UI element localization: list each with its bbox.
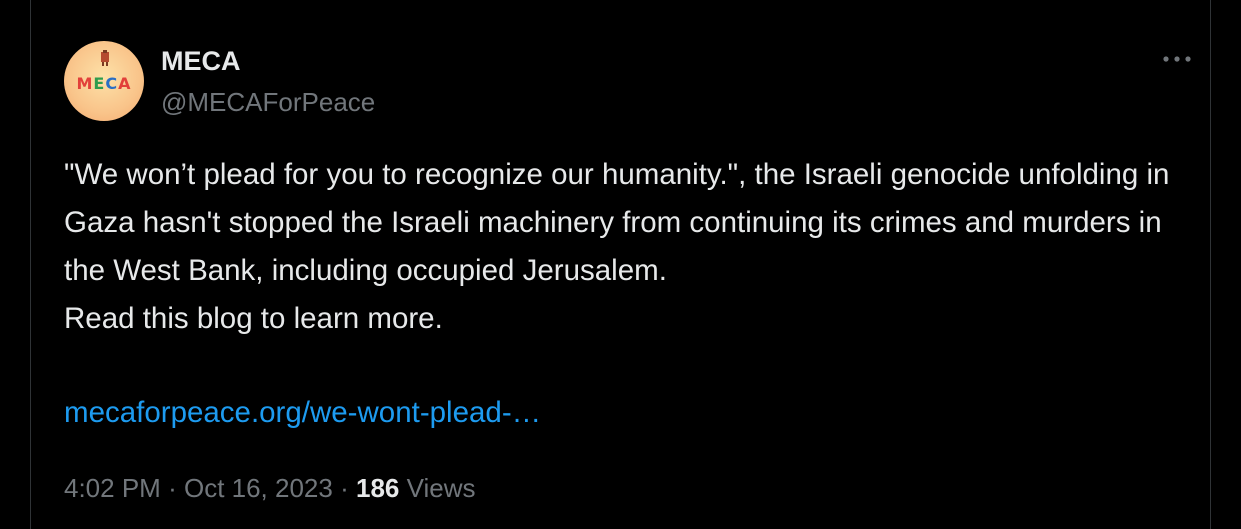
avatar-logo-text: MECA (64, 74, 144, 93)
meta-separator: · (168, 473, 177, 503)
more-horizontal-icon (1163, 56, 1191, 62)
user-handle[interactable]: @MECAForPeace (161, 86, 375, 118)
tweet-card: MECA MECA @MECAForPeace "We won’t plead … (30, 0, 1211, 529)
tweet-date[interactable]: Oct 16, 2023 (184, 473, 333, 503)
tweet-text: "We won’t plead for you to recognize our… (64, 158, 1170, 335)
avatar[interactable]: MECA (64, 41, 144, 121)
avatar-letter-a: A (118, 74, 132, 93)
avatar-letter-e: E (93, 74, 106, 93)
views-label[interactable]: Views (407, 473, 476, 503)
tweet-time[interactable]: 4:02 PM (64, 473, 161, 503)
avatar-letter-c: C (105, 74, 119, 93)
views-count[interactable]: 186 (356, 473, 399, 503)
meca-logo-icon (101, 50, 109, 66)
tweet-link[interactable]: mecaforpeace.org/we-wont-plead-… (64, 389, 541, 437)
tweet-metadata: 4:02 PM · Oct 16, 2023 · 186 Views (64, 468, 476, 508)
display-name[interactable]: MECA (161, 45, 241, 77)
meta-separator: · (340, 473, 349, 503)
avatar-letter-m: M (76, 74, 94, 93)
more-options-button[interactable] (1157, 44, 1197, 74)
